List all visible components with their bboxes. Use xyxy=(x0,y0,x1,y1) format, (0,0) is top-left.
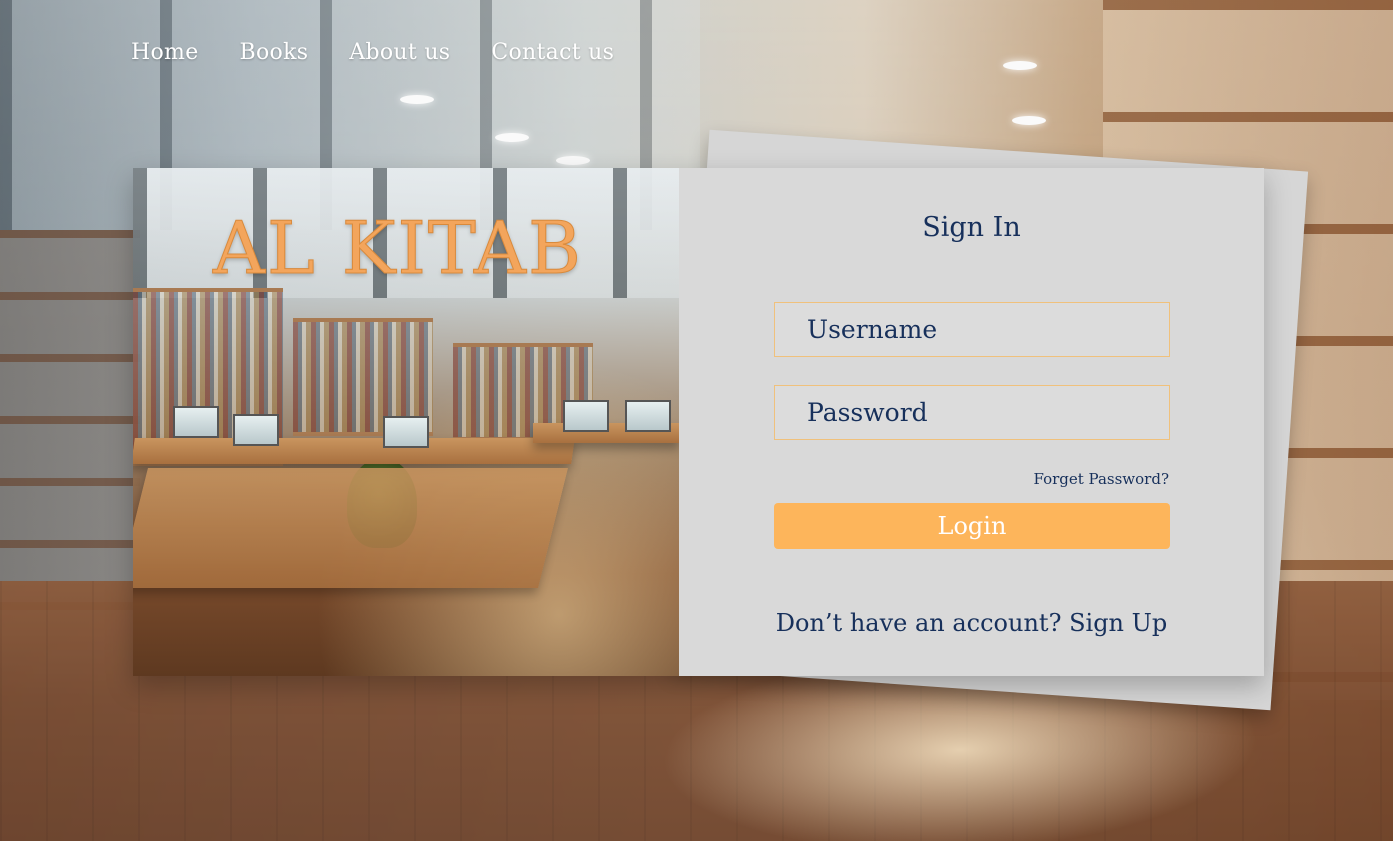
login-card: AL KITAB Sign In Forget Password? Login … xyxy=(133,168,1264,676)
nav-about-link[interactable]: About us xyxy=(349,40,450,65)
signin-title: Sign In xyxy=(922,212,1021,243)
username-input[interactable] xyxy=(774,302,1170,357)
password-input[interactable] xyxy=(774,385,1170,440)
no-account-text: Don’t have an account? xyxy=(775,609,1062,637)
nav-contact-link[interactable]: Contact us xyxy=(491,40,614,65)
photo-desk xyxy=(133,438,575,464)
brand-logo-text: AL KITAB xyxy=(213,206,583,290)
ceiling-light xyxy=(556,156,590,165)
photo-monitor xyxy=(563,400,609,432)
signin-panel: Sign In Forget Password? Login Don’t hav… xyxy=(679,168,1264,676)
signup-link[interactable]: Sign Up xyxy=(1069,609,1167,637)
ceiling-light xyxy=(400,95,434,104)
forgot-password-link[interactable]: Forget Password? xyxy=(1033,470,1169,488)
photo-monitor xyxy=(233,414,279,446)
nav-books-link[interactable]: Books xyxy=(240,40,309,65)
login-button[interactable]: Login xyxy=(774,503,1170,549)
photo-monitor xyxy=(625,400,671,432)
library-photo: AL KITAB xyxy=(133,168,679,676)
photo-desk-shelving xyxy=(133,468,568,588)
ceiling-light xyxy=(495,133,529,142)
photo-monitor xyxy=(173,406,219,438)
top-nav: Home Books About us Contact us xyxy=(131,40,614,65)
signup-prompt: Don’t have an account? Sign Up xyxy=(679,609,1264,637)
ceiling-light xyxy=(1003,61,1037,70)
ceiling-light xyxy=(1012,116,1046,125)
nav-home-link[interactable]: Home xyxy=(131,40,199,65)
photo-monitor xyxy=(383,416,429,448)
